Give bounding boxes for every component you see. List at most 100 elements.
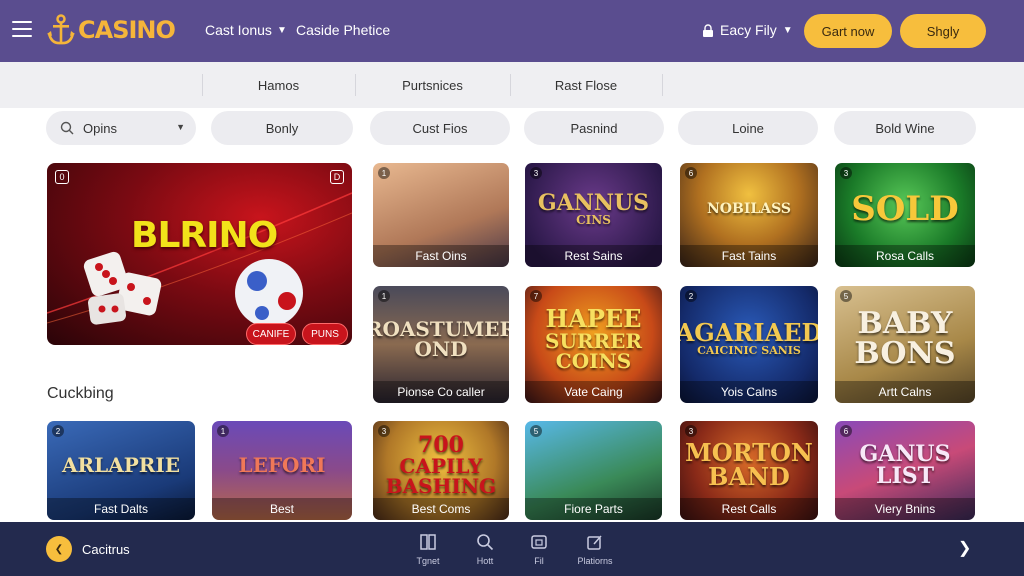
chevron-down-icon: ▼ xyxy=(782,24,793,36)
game-tile[interactable]: 700 CAPILY BASHING 3 Best Coms xyxy=(373,421,509,520)
tv-icon xyxy=(531,535,547,549)
get-now-button[interactable]: Gart now xyxy=(804,14,892,48)
casino-logo[interactable]: CASINO xyxy=(46,14,176,46)
game-tile[interactable]: LEFORI 1 Best xyxy=(212,421,352,520)
game-tile[interactable]: NOBILASS 6 Fast Tains xyxy=(680,163,818,267)
game-rank-badge: 3 xyxy=(530,167,542,179)
game-art-title: CINS xyxy=(576,213,611,227)
bottom-nav-label: Tgnet xyxy=(416,556,440,566)
game-rank-badge: 1 xyxy=(378,290,390,302)
bottom-nav-item[interactable]: Hott xyxy=(455,533,515,566)
game-tile[interactable]: 1 Fast Oins xyxy=(373,163,509,267)
game-tile[interactable]: HAPEE SURRER COINS 7 Vate Caing xyxy=(525,286,662,403)
game-rank-badge: 6 xyxy=(685,167,697,179)
game-art-title: COINS xyxy=(555,348,632,373)
search-filter-dropdown[interactable]: Opins ▼ xyxy=(46,111,196,145)
game-rank-badge: 6 xyxy=(840,425,852,437)
nav-caside-phetice[interactable]: Caside Phetice xyxy=(296,22,390,38)
edit-icon xyxy=(587,535,602,550)
game-tile[interactable]: SOLD 3 Rosa Calls xyxy=(835,163,975,267)
game-art-title: 700 xyxy=(418,431,464,458)
game-art-title: CAPILY xyxy=(399,453,483,478)
filter-pill[interactable]: Bonly xyxy=(211,111,353,145)
game-art-title: CAICINIC SANIS xyxy=(697,344,801,357)
game-tile[interactable]: ARLAPRIE 2 Fast Dalts xyxy=(47,421,195,520)
game-tile-label: Vate Caing xyxy=(525,381,662,403)
user-menu-label: Eacy Fily xyxy=(720,22,777,38)
game-tile[interactable]: ROASTUMER OND 1 Pionse Co caller xyxy=(373,286,509,403)
game-tile-label: Artt Calns xyxy=(835,381,975,403)
hero-corner-badge: D xyxy=(330,170,344,184)
bottom-nav-item[interactable]: Fil xyxy=(509,533,569,566)
sub-navigation: Hamos Purtsnices Rast Flose xyxy=(0,62,1024,108)
chevron-right-icon[interactable]: ❯ xyxy=(958,538,971,558)
search-icon xyxy=(477,534,494,551)
game-tile[interactable]: BABY BONS 5 Artt Calns xyxy=(835,286,975,403)
game-rank-badge: 3 xyxy=(685,425,697,437)
search-icon xyxy=(60,121,74,135)
game-tile-label: Best Coms xyxy=(373,498,509,520)
game-art-title: BABY xyxy=(857,305,953,341)
game-tile-label: Fast Dalts xyxy=(47,498,195,520)
game-tile-label: Fast Tains xyxy=(680,245,818,267)
game-art-title: NOBILASS xyxy=(707,201,791,217)
hero-title: BLRINO xyxy=(131,215,278,256)
game-tile-label: Pionse Co caller xyxy=(373,381,509,403)
section-title: Cuckbing xyxy=(47,385,114,402)
game-art-title: AGARIAED xyxy=(680,318,818,347)
game-tile-label: Rosa Calls xyxy=(835,245,975,267)
game-tile[interactable]: AGARIAED CAICINIC SANIS 2 Yois Calns xyxy=(680,286,818,403)
top-header: CASINO Cast Ionus ▼ Caside Phetice Eacy … xyxy=(0,0,1024,62)
game-rank-badge: 3 xyxy=(840,167,852,179)
game-rank-badge: 1 xyxy=(217,425,229,437)
game-art-title: ROASTUMER xyxy=(373,316,509,341)
game-art-title: SOLD xyxy=(851,189,959,229)
game-art-title: LEFORI xyxy=(238,452,326,477)
game-tile-label: Rest Sains xyxy=(525,245,662,267)
game-rank-badge: 5 xyxy=(840,290,852,302)
game-art-title: MORTON xyxy=(685,437,813,467)
bottom-nav-item[interactable]: Platiorns xyxy=(565,533,625,566)
hero-game-button[interactable]: CANIFE xyxy=(246,323,296,345)
hero-banner[interactable]: 0 D BLRINO CANIFE PUNS xyxy=(47,163,352,345)
logo-text: CASINO xyxy=(78,16,176,44)
game-art-title: LIST xyxy=(875,462,935,489)
game-tile[interactable]: 5 Fiore Parts xyxy=(525,421,662,520)
tab-rast-flose[interactable]: Rast Flose xyxy=(510,62,662,108)
bottom-nav-item[interactable]: Tgnet xyxy=(398,533,458,566)
game-rank-badge: 2 xyxy=(52,425,64,437)
game-rank-badge: 3 xyxy=(378,425,390,437)
tab-purtsnices[interactable]: Purtsnices xyxy=(355,62,510,108)
game-tile-label: Fiore Parts xyxy=(525,498,662,520)
game-tile[interactable]: GANUS LIST 6 Viery Bnins xyxy=(835,421,975,520)
tab-hamos[interactable]: Hamos xyxy=(202,62,355,108)
game-art-title: OND xyxy=(414,336,468,361)
game-tile-label: Rest Calls xyxy=(680,498,818,520)
search-filter-value: Opins xyxy=(83,120,117,136)
divider xyxy=(662,74,663,96)
game-rank-badge: 2 xyxy=(685,290,697,302)
chevron-down-icon: ▼ xyxy=(176,122,185,132)
book-icon xyxy=(420,534,436,550)
hero-spins-button[interactable]: PUNS xyxy=(302,323,348,345)
game-tile[interactable]: MORTON BAND 3 Rest Calls xyxy=(680,421,818,520)
filter-pill[interactable]: Bold Wine xyxy=(834,111,976,145)
coin-icon[interactable]: ❮ xyxy=(46,536,72,562)
nav-label: Caside Phetice xyxy=(296,22,391,38)
ball-icon xyxy=(235,259,303,327)
filter-pill[interactable]: Cust Fios xyxy=(370,111,510,145)
game-tile-label: Best xyxy=(212,498,352,520)
filter-pill[interactable]: Pasnind xyxy=(524,111,664,145)
game-art-title: BASHING xyxy=(385,473,497,498)
user-menu[interactable]: Eacy Fily ▼ xyxy=(702,22,793,38)
game-art-title: GANUS xyxy=(859,440,951,467)
bottom-bar-title: Cacitrus xyxy=(82,542,130,557)
lock-icon xyxy=(703,23,713,37)
filter-pill[interactable]: Loine xyxy=(678,111,818,145)
signup-button[interactable]: Shgly xyxy=(900,14,986,48)
chevron-down-icon: ▼ xyxy=(276,24,287,36)
anchor-icon xyxy=(47,14,75,45)
hamburger-menu-icon[interactable] xyxy=(12,21,32,39)
game-tile[interactable]: GANNUS CINS 3 Rest Sains xyxy=(525,163,662,267)
nav-cast-ionus[interactable]: Cast Ionus ▼ xyxy=(205,22,287,38)
